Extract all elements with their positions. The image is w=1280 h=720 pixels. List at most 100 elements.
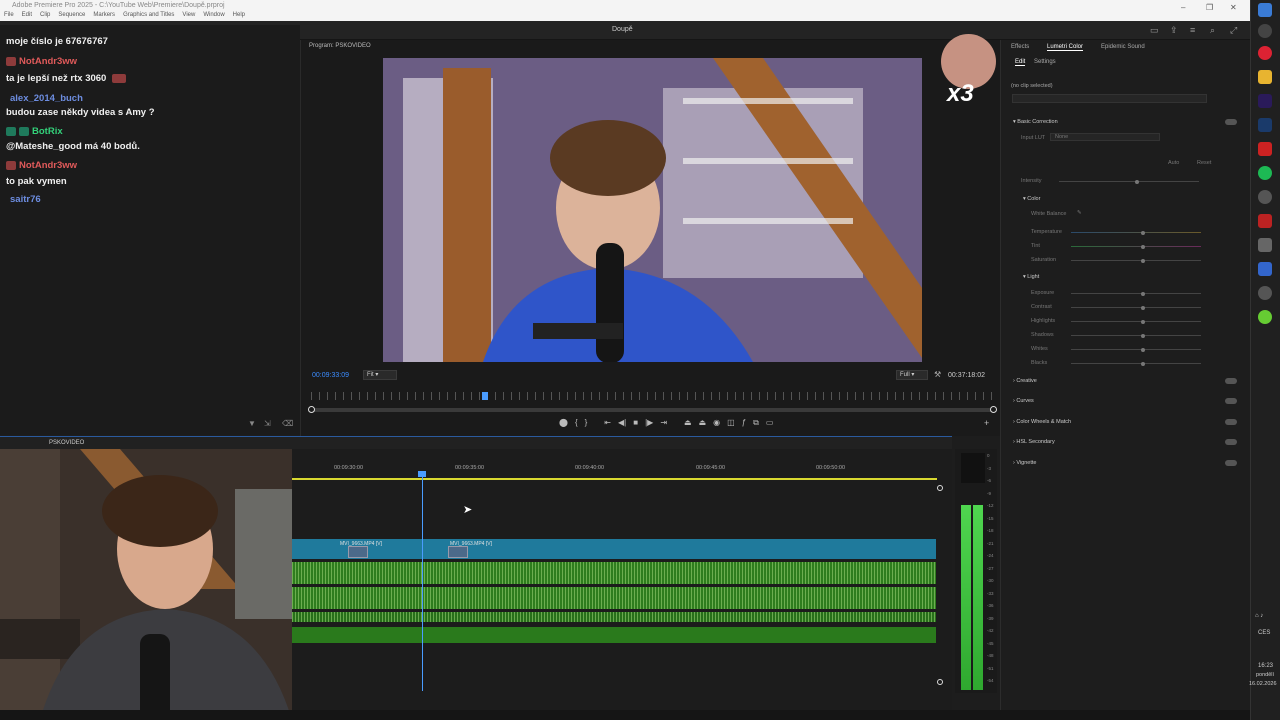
- app-icon[interactable]: [1258, 142, 1272, 156]
- light-header[interactable]: ▾ Light: [1023, 274, 1039, 280]
- menu-view[interactable]: View: [182, 12, 195, 18]
- audio-clip[interactable]: [292, 562, 936, 584]
- fx-icon[interactable]: ƒ: [742, 418, 746, 428]
- layout-icon[interactable]: ▭: [1150, 25, 1159, 36]
- tab-epidemic-sound[interactable]: Epidemic Sound: [1101, 44, 1145, 50]
- slider-knob[interactable]: [1141, 305, 1145, 310]
- audio-clip[interactable]: [292, 587, 936, 609]
- lift-icon[interactable]: ⏏: [684, 418, 692, 428]
- wrench-icon[interactable]: ⚒: [934, 370, 941, 379]
- basic-correction-header[interactable]: ▾ Basic Correction: [1013, 119, 1058, 125]
- work-area-bar[interactable]: [292, 478, 937, 480]
- photoshop-icon[interactable]: [1258, 118, 1272, 132]
- temperature-slider[interactable]: [1071, 230, 1201, 235]
- vignette-toggle[interactable]: [1225, 460, 1237, 466]
- slider-knob[interactable]: [1141, 244, 1145, 249]
- expand-icon[interactable]: ⤢: [1230, 25, 1237, 36]
- workspaces-icon[interactable]: ≡: [1190, 25, 1195, 35]
- audio-clip[interactable]: [292, 627, 936, 643]
- app-icon[interactable]: [1258, 310, 1272, 324]
- subtab-edit[interactable]: Edit: [1015, 59, 1026, 66]
- clock-time[interactable]: 16:23: [1258, 663, 1273, 669]
- reset-button[interactable]: Reset: [1197, 160, 1211, 166]
- filter-icon[interactable]: ▼: [248, 419, 256, 428]
- new-item-icon[interactable]: ⇲: [264, 419, 271, 428]
- menu-edit[interactable]: Edit: [22, 12, 32, 18]
- app-icon[interactable]: [1258, 262, 1272, 276]
- premiere-icon[interactable]: [1258, 94, 1272, 108]
- chrome-icon[interactable]: [1258, 46, 1272, 60]
- captions-icon[interactable]: ▭: [766, 418, 774, 428]
- color-header[interactable]: ▾ Color: [1023, 196, 1040, 202]
- restore-icon[interactable]: ❐: [1206, 3, 1213, 12]
- input-lut-select[interactable]: None: [1050, 133, 1160, 141]
- vignette-header[interactable]: › Vignette: [1013, 460, 1036, 466]
- audio-clip[interactable]: [292, 612, 936, 622]
- multicam-icon[interactable]: ⧉: [753, 418, 759, 428]
- curves-header[interactable]: › Curves: [1013, 398, 1034, 404]
- hsl-secondary-toggle[interactable]: [1225, 439, 1237, 445]
- slider-knob[interactable]: [1141, 333, 1145, 338]
- slider-knob[interactable]: [1141, 230, 1145, 235]
- go-to-in-icon[interactable]: ⇤: [604, 418, 611, 428]
- video-clip[interactable]: MVI_9663.MP4 [V]: [292, 539, 424, 559]
- menu-window[interactable]: Window: [203, 12, 224, 18]
- slider-knob[interactable]: [1141, 361, 1145, 366]
- eyedropper-icon[interactable]: ✎: [1077, 210, 1082, 216]
- spotify-icon[interactable]: [1258, 166, 1272, 180]
- tab-effects[interactable]: Effects: [1011, 44, 1029, 50]
- comparison-view-icon[interactable]: ◫: [727, 418, 735, 428]
- saturation-slider[interactable]: [1071, 258, 1201, 263]
- color-wheels-toggle[interactable]: [1225, 419, 1237, 425]
- blacks-slider[interactable]: [1071, 361, 1201, 366]
- intensity-slider[interactable]: [1059, 179, 1199, 184]
- clear-icon[interactable]: ⌫: [282, 419, 293, 428]
- scroll-handle-top[interactable]: [937, 485, 943, 491]
- menu-sequence[interactable]: Sequence: [58, 12, 85, 18]
- scroll-handle-bottom[interactable]: [937, 679, 943, 685]
- slider-knob[interactable]: [1141, 291, 1145, 296]
- mark-out-icon[interactable]: }: [585, 418, 588, 428]
- slider-knob[interactable]: [1141, 258, 1145, 263]
- hsl-secondary-header[interactable]: › HSL Secondary: [1013, 439, 1055, 445]
- menu-file[interactable]: File: [4, 12, 14, 18]
- slider-knob[interactable]: [1141, 347, 1145, 352]
- add-marker-icon[interactable]: ⬤: [559, 418, 568, 428]
- creative-header[interactable]: › Creative: [1013, 378, 1037, 384]
- curves-toggle[interactable]: [1225, 398, 1237, 404]
- stop-icon[interactable]: ■: [633, 418, 638, 428]
- menu-help[interactable]: Help: [233, 12, 245, 18]
- app-icon[interactable]: [1258, 214, 1272, 228]
- current-timecode[interactable]: 00:09:33:09: [312, 372, 349, 379]
- clip-select[interactable]: [1012, 94, 1207, 103]
- step-back-icon[interactable]: ◀|: [618, 418, 626, 428]
- network-icon[interactable]: ⌂ ♪: [1255, 613, 1263, 619]
- extract-icon[interactable]: ⏏: [699, 418, 707, 428]
- language-indicator[interactable]: CES: [1258, 630, 1270, 636]
- app-icon[interactable]: [1258, 238, 1272, 252]
- zoom-scrollbar[interactable]: [308, 406, 997, 413]
- shadows-slider[interactable]: [1071, 333, 1201, 338]
- zoom-select[interactable]: Fit ▾: [363, 370, 397, 380]
- search-icon[interactable]: [1258, 24, 1272, 38]
- program-time-ruler[interactable]: [311, 392, 994, 400]
- menu-graphics[interactable]: Graphics and Titles: [123, 12, 174, 18]
- basic-correction-toggle[interactable]: [1225, 119, 1237, 125]
- scroll-handle-right[interactable]: [990, 406, 997, 413]
- slider-knob[interactable]: [1135, 179, 1139, 184]
- app-icon[interactable]: [1258, 286, 1272, 300]
- auto-button[interactable]: Auto: [1168, 160, 1179, 166]
- scroll-handle-left[interactable]: [308, 406, 315, 413]
- sequence-tab[interactable]: PSKOVIDEO: [49, 440, 84, 446]
- add-button-icon[interactable]: +: [984, 418, 989, 428]
- subtab-settings[interactable]: Settings: [1034, 59, 1056, 65]
- minimize-icon[interactable]: –: [1181, 3, 1185, 12]
- slider-knob[interactable]: [1141, 319, 1145, 324]
- menu-markers[interactable]: Markers: [93, 12, 115, 18]
- tint-slider[interactable]: [1071, 244, 1201, 249]
- menu-clip[interactable]: Clip: [40, 12, 50, 18]
- tab-lumetri-color[interactable]: Lumetri Color: [1047, 44, 1084, 51]
- exposure-slider[interactable]: [1071, 291, 1201, 296]
- timeline-playhead[interactable]: [422, 471, 423, 691]
- whites-slider[interactable]: [1071, 347, 1201, 352]
